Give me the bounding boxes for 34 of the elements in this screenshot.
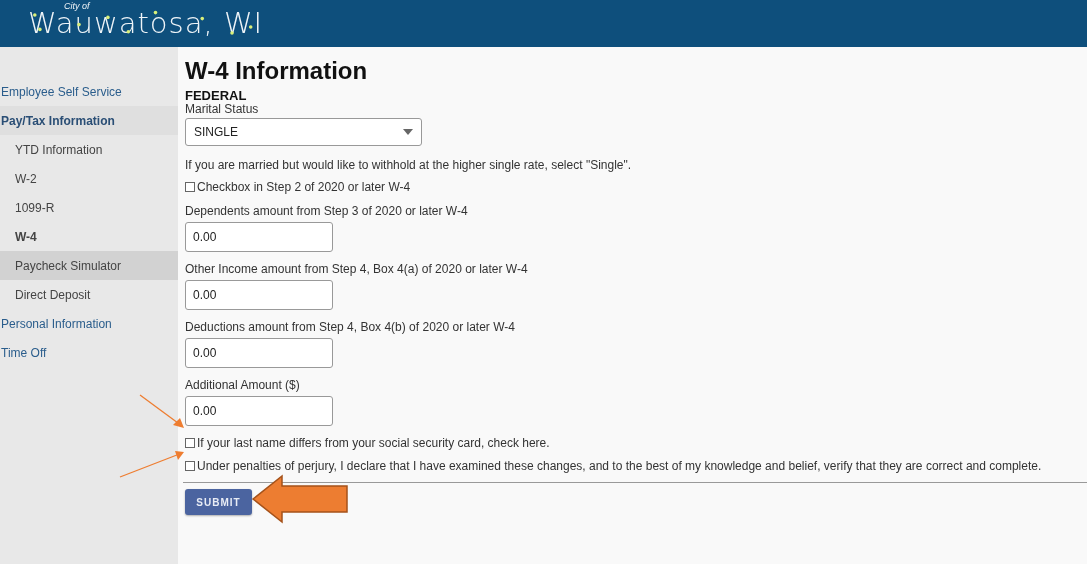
sidebar-item[interactable]: Employee Self Service	[0, 77, 178, 106]
sidebar-item[interactable]: Direct Deposit	[0, 280, 178, 309]
field-label: Other Income amount from Step 4, Box 4(a) of 2020 or later W-4	[185, 262, 528, 276]
sidebar-item[interactable]: Personal Information	[0, 309, 178, 338]
field-label: Additional Amount ($)	[185, 378, 300, 392]
checkbox-option[interactable]: If your last name differs from your social security card, check here.	[185, 436, 550, 450]
field-label: Marital Status	[185, 102, 259, 116]
page-title: W-4 Information	[185, 57, 369, 85]
sidebar-item[interactable]: W-4	[0, 222, 178, 251]
sidebar-item[interactable]: YTD Information	[0, 135, 178, 164]
hint-text: If you are married but would like to withhold at the higher single rate, select "Single".	[185, 158, 633, 172]
field-label: Deductions amount from Step 4, Box 4(b) of 2020 or later W-4	[185, 320, 515, 334]
logo-subtitle: City of	[64, 1, 90, 11]
sidebar-item[interactable]: Paycheck Simulator	[0, 251, 178, 280]
sidebar-item[interactable]: Time Off	[0, 338, 178, 367]
submit-button[interactable]: SUBMIT	[185, 489, 252, 515]
field-label: Dependents amount from Step 3 of 2020 or later W-4	[185, 204, 468, 218]
sidebar-item[interactable]: Pay/Tax Information	[0, 106, 178, 135]
amount-field[interactable]: 0.00	[185, 396, 333, 426]
checkbox[interactable]	[185, 438, 195, 448]
caret-icon	[403, 129, 413, 135]
amount-field[interactable]: 0.00	[185, 222, 333, 252]
marital-status-dropdown[interactable]: SINGLE	[185, 118, 422, 146]
sidebar-item[interactable]: 1099-R	[0, 193, 178, 222]
sidebar-item[interactable]: W-2	[0, 164, 178, 193]
checkbox-option[interactable]: Under penalties of perjury, I declare that I have examined these changes, and to the best of my knowledge and belief, verify that they are correct and complete.	[185, 459, 1042, 473]
amount-field[interactable]: 0.00	[185, 338, 333, 368]
annotation-arrow	[118, 448, 186, 480]
checkbox[interactable]	[185, 182, 195, 192]
annotation-arrow	[138, 393, 186, 429]
amount-field[interactable]: 0.00	[185, 280, 333, 310]
checkbox[interactable]	[185, 461, 195, 471]
section-heading: FEDERAL	[185, 89, 248, 102]
checkbox-option[interactable]: Checkbox in Step 2 of 2020 or later W-4	[185, 180, 411, 194]
